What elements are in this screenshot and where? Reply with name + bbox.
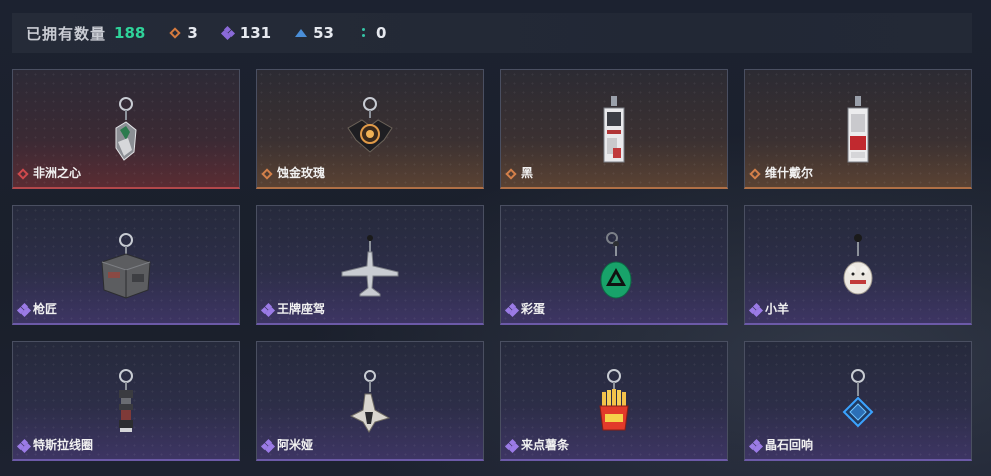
rarity-purple-icon [260,438,276,454]
tag-charm-icon [599,96,629,172]
charm-card[interactable]: 枪匠 [12,205,240,325]
heart-charm-icon [106,96,146,170]
charm-name: 非洲之心 [33,166,82,180]
crystal-charm-icon [838,368,878,444]
charm-card[interactable]: 特斯拉线圈 [12,341,240,461]
orange-diamond-icon [169,27,181,39]
charm-card[interactable]: 阿米娅 [256,341,484,461]
charm-card[interactable]: 小羊 [744,205,972,325]
rarity-purple-icon [260,302,276,318]
charm-grid: 非洲之心 蚀金玫瑰 黑 维什戴尔 枪匠 王牌座驾 彩蛋 小羊 特斯拉线圈 阿米娅… [12,69,972,461]
rarity-purple-icon [504,302,520,318]
stat-purple-value: 131 [239,24,272,42]
bunny-charm-icon [345,368,395,444]
stat-blue: 53 [295,24,334,42]
charm-card[interactable]: 来点薯条 [500,341,728,461]
coil-charm-icon [111,368,141,444]
stat-orange: 3 [169,24,198,42]
crate-charm-icon [96,232,156,306]
stat-teal-value: 0 [375,24,387,42]
charm-card[interactable]: 彩蛋 [500,205,728,325]
charm-card[interactable]: 黑 [500,69,728,189]
blue-triangle-icon [295,27,308,39]
stat-teal: 0 [358,24,386,42]
egg-charm-icon [594,232,634,306]
rarity-purple-icon [748,438,764,454]
collection-summary-bar: 已拥有数量 188 3 131 53 0 [12,13,972,53]
charm-name: 彩蛋 [521,302,546,316]
charm-name: 黑 [521,166,534,180]
charm-card[interactable]: 晶石回响 [744,341,972,461]
charm-card[interactable]: 维什戴尔 [744,69,972,189]
owned-count-label: 已拥有数量 [26,24,107,43]
charm-name: 特斯拉线圈 [33,438,94,452]
rarity-purple-icon [16,302,32,318]
charm-card[interactable]: 非洲之心 [12,69,240,189]
stat-blue-value: 53 [313,24,334,42]
lamb-charm-icon [838,232,878,306]
charm-card[interactable]: 蚀金玫瑰 [256,69,484,189]
charm-name: 小羊 [765,302,790,316]
owned-count-value: 188 [114,24,146,42]
rarity-purple-icon [748,302,764,318]
teal-dots-icon [358,27,370,39]
purple-clover-icon [220,25,235,41]
charm-name: 枪匠 [33,302,58,316]
rarity-purple-icon [16,438,32,454]
card-charm-icon [843,96,873,172]
stat-purple: 131 [220,24,272,42]
rarity-purple-icon [504,438,520,454]
charm-name: 阿米娅 [277,438,314,452]
charm-name: 维什戴尔 [765,166,814,180]
jet-charm-icon [338,232,402,306]
charm-name: 晶石回响 [765,438,814,452]
rose-charm-icon [342,96,398,170]
charm-name: 王牌座驾 [277,302,326,316]
stat-orange-value: 3 [187,24,198,42]
charm-name: 来点薯条 [521,438,570,452]
fries-charm-icon [594,368,634,444]
charm-name: 蚀金玫瑰 [277,166,326,180]
charm-card[interactable]: 王牌座驾 [256,205,484,325]
